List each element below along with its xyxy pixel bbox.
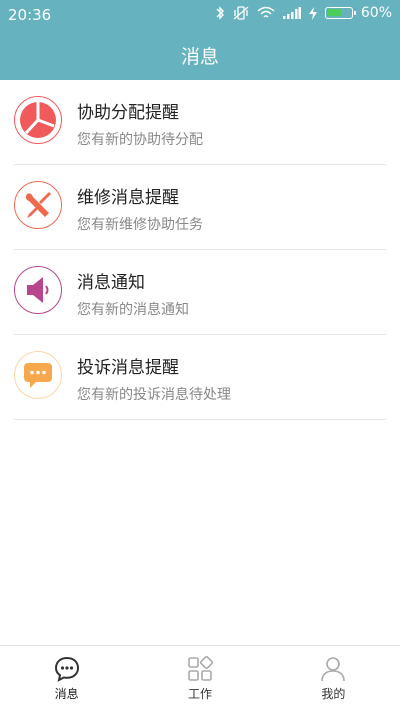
user-icon <box>321 657 346 682</box>
message-subtitle: 您有新维修协助任务 <box>77 217 203 233</box>
wifi-icon <box>257 6 275 18</box>
nav-item-work[interactable]: 工作 <box>133 646 266 711</box>
message-item-complaint[interactable]: 投诉消息提醒 您有新的投诉消息待处理 <box>14 335 386 420</box>
header-bar: 消息 <box>0 30 400 80</box>
charging-icon <box>308 6 317 20</box>
battery-percent: 60% <box>360 5 392 21</box>
message-title: 协助分配提醒 <box>77 103 179 123</box>
battery-icon <box>324 7 356 19</box>
nav-label: 我的 <box>321 687 346 701</box>
message-title: 维修消息提醒 <box>77 188 179 208</box>
pie-chart-icon <box>14 96 62 144</box>
status-bar: 20:36 60% <box>0 0 400 30</box>
bluetooth-icon <box>216 6 224 20</box>
nav-item-messages[interactable]: 消息 <box>0 646 133 711</box>
screen: 20:36 60% 消息 协助分配提醒 您有新的协助待分配 维修消息提醒 您有新… <box>0 0 400 711</box>
message-subtitle: 您有新的投诉消息待处理 <box>77 387 231 403</box>
message-item-repair[interactable]: 维修消息提醒 您有新维修协助任务 <box>14 165 386 250</box>
status-time: 20:36 <box>8 6 52 24</box>
chat-bubble-icon <box>14 351 62 399</box>
message-subtitle: 您有新的消息通知 <box>77 302 189 318</box>
speaker-icon <box>14 266 62 314</box>
nav-label: 消息 <box>54 687 79 701</box>
tools-icon <box>14 181 62 229</box>
page-title: 消息 <box>180 45 219 68</box>
signal-icon <box>282 7 301 19</box>
grid-icon <box>188 656 213 681</box>
message-title: 消息通知 <box>77 273 145 293</box>
status-icons: 60% <box>215 5 392 21</box>
vibrate-icon <box>233 6 249 20</box>
message-list: 协助分配提醒 您有新的协助待分配 维修消息提醒 您有新维修协助任务 消息通知 您… <box>0 80 400 420</box>
battery-fill <box>326 9 341 16</box>
message-subtitle: 您有新的协助待分配 <box>77 132 203 148</box>
bottom-nav: 消息 工作 我的 <box>0 645 400 711</box>
message-title: 投诉消息提醒 <box>77 358 179 378</box>
message-item-assist-assign[interactable]: 协助分配提醒 您有新的协助待分配 <box>14 80 386 165</box>
nav-item-mine[interactable]: 我的 <box>267 646 400 711</box>
message-item-notification[interactable]: 消息通知 您有新的消息通知 <box>14 250 386 335</box>
message-icon <box>54 656 79 682</box>
nav-label: 工作 <box>187 687 212 701</box>
